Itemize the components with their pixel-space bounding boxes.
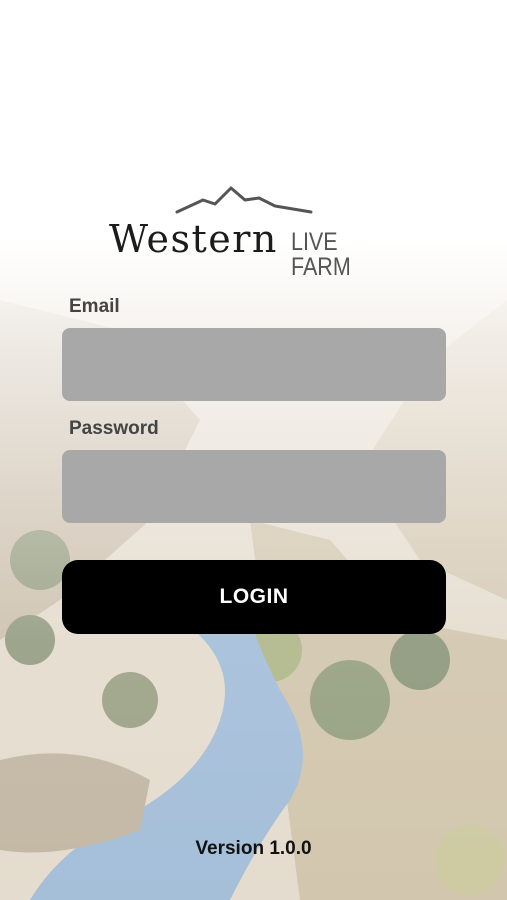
version-label: Version 1.0.0 [195, 838, 312, 859]
brand-name: Western [109, 217, 278, 261]
mountain-logo-icon [175, 186, 313, 214]
email-label: Email [69, 296, 120, 317]
brand-logo: Western LIVE FARM [105, 180, 405, 280]
login-button[interactable]: LOGIN [62, 560, 446, 634]
email-field[interactable] [62, 328, 446, 401]
password-label: Password [69, 418, 159, 439]
brand-subtitle: LIVE FARM [291, 228, 351, 281]
password-field[interactable] [62, 450, 446, 523]
